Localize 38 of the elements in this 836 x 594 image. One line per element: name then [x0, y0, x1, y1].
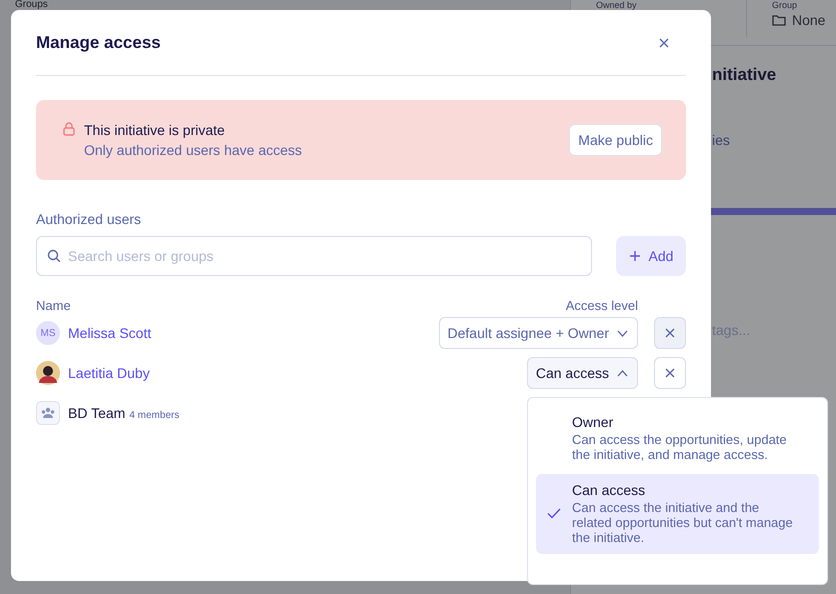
- remove-button[interactable]: [654, 357, 686, 389]
- panel-text: ies: [712, 132, 731, 148]
- remove-button[interactable]: [654, 317, 686, 349]
- group-label: Group: [772, 0, 798, 10]
- chevron-icon: [617, 330, 628, 336]
- member-count: 4 members: [129, 410, 180, 421]
- close-icon: [665, 368, 675, 378]
- add-button[interactable]: Add: [616, 236, 686, 276]
- column-header: Access level: [566, 298, 638, 313]
- alert-title: This initiative is private: [84, 122, 226, 138]
- check-icon: [547, 508, 561, 519]
- avatar-silhouette-icon: [36, 361, 60, 385]
- search-field[interactable]: Search users or groups: [36, 236, 592, 276]
- chevron-icon: [617, 370, 628, 376]
- section-label: Groups: [15, 0, 49, 10]
- close-icon: [665, 328, 675, 338]
- search-icon: [47, 249, 61, 263]
- access-level-dropdown[interactable]: Can access: [526, 357, 638, 389]
- panel-title: nitiative: [712, 65, 778, 85]
- access-level-dropdown[interactable]: Default assignee + Owner: [438, 317, 638, 349]
- folder-icon: [772, 14, 786, 26]
- menu-option[interactable]: Can access Can access the initiative and the related opportunities but can't manage the initiative.: [536, 474, 819, 554]
- user-name-link[interactable]: Laetitia Duby: [68, 365, 150, 381]
- group-icon: [36, 401, 60, 425]
- close-icon[interactable]: [659, 38, 669, 48]
- plus-icon: [628, 250, 641, 262]
- alert-subtitle: Only authorized users have access: [84, 142, 303, 158]
- group-value: None: [792, 12, 826, 28]
- owned-by-label: Owned by: [596, 0, 638, 10]
- section-label: Authorized users: [36, 211, 142, 227]
- make-public-button[interactable]: Make public: [569, 124, 662, 156]
- avatar: MS: [36, 321, 60, 345]
- menu-option[interactable]: Owner Can access the opportunities, update the initiative, and manage access.: [536, 406, 819, 471]
- dialog-title: Manage access: [36, 32, 161, 52]
- column-header: Name: [36, 298, 71, 313]
- lock-icon: [63, 122, 75, 136]
- group-name: BD Team: [68, 405, 126, 421]
- user-name-link[interactable]: Melissa Scott: [68, 325, 152, 341]
